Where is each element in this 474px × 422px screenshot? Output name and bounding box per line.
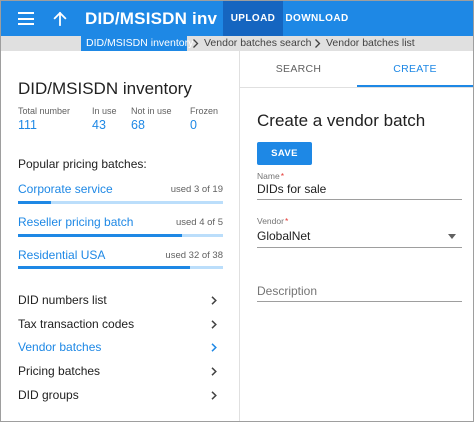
batch-usage: used 4 of 5 bbox=[175, 217, 223, 228]
batch-usage-bar bbox=[18, 234, 223, 237]
batch-usage-fill bbox=[18, 266, 191, 269]
description-field[interactable]: Description bbox=[257, 284, 317, 298]
app-title: DID/MSISDN inventory bbox=[85, 9, 217, 28]
name-field[interactable]: DIDs for sale bbox=[257, 182, 462, 196]
nav-item-vendor-batches[interactable]: Vendor batches bbox=[18, 337, 223, 357]
batch-usage-bar bbox=[18, 266, 223, 269]
chevron-right-icon bbox=[211, 343, 217, 352]
vendor-field-underline bbox=[257, 247, 462, 248]
name-field-underline bbox=[257, 199, 462, 200]
stat-label-in-use: In use bbox=[92, 106, 117, 116]
create-panel: SEARCH CREATE Create a vendor batch SAVE… bbox=[240, 51, 473, 421]
inventory-title: DID/MSISDN inventory bbox=[18, 79, 192, 98]
arrow-up-icon[interactable] bbox=[51, 10, 69, 28]
description-field-underline bbox=[257, 301, 462, 302]
nav-item-pricing-batches[interactable]: Pricing batches bbox=[18, 361, 223, 381]
stat-value-in-use[interactable]: 43 bbox=[92, 118, 106, 132]
download-button[interactable]: DOWNLOAD bbox=[285, 1, 349, 36]
nav-item-tax-transaction-codes[interactable]: Tax transaction codes bbox=[18, 314, 223, 334]
batch-link-corporate-service[interactable]: Corporate service bbox=[18, 182, 113, 196]
stat-label-total: Total number bbox=[18, 106, 71, 116]
tab-divider bbox=[240, 87, 473, 88]
save-button[interactable]: SAVE bbox=[257, 142, 312, 165]
stat-label-frozen: Frozen bbox=[190, 106, 219, 116]
nav-item-label: Pricing batches bbox=[18, 364, 101, 378]
chevron-right-icon bbox=[315, 39, 321, 48]
chevron-right-icon bbox=[193, 39, 199, 48]
form-title: Create a vendor batch bbox=[257, 111, 426, 130]
batch-link-residential-usa[interactable]: Residential USA bbox=[18, 248, 105, 262]
batch-usage-bar bbox=[18, 201, 223, 204]
breadcrumb-item-vendor-batches-search[interactable]: Vendor batches search bbox=[204, 36, 311, 51]
vendor-select[interactable]: GlobalNet bbox=[257, 229, 462, 243]
breadcrumb: DID/MSISDN inventory Vendor batches sear… bbox=[1, 36, 473, 51]
required-mark: * bbox=[284, 216, 289, 226]
stat-value-frozen[interactable]: 0 bbox=[190, 118, 197, 132]
chevron-right-icon bbox=[211, 367, 217, 376]
tab-create[interactable]: CREATE bbox=[357, 51, 473, 87]
stat-value-not-in-use[interactable]: 68 bbox=[131, 118, 145, 132]
top-toolbar: DID/MSISDN inventory UPLOAD DOWNLOAD bbox=[1, 1, 473, 36]
tab-search[interactable]: SEARCH bbox=[240, 51, 357, 87]
nav-item-label: DID numbers list bbox=[18, 293, 107, 307]
popular-batches-label: Popular pricing batches: bbox=[18, 157, 147, 171]
chevron-right-icon bbox=[211, 320, 217, 329]
menu-icon[interactable] bbox=[18, 12, 34, 25]
required-mark: * bbox=[280, 171, 284, 181]
nav-item-label: DID groups bbox=[18, 388, 79, 402]
nav-item-label: Tax transaction codes bbox=[18, 317, 135, 331]
batch-usage: used 32 of 38 bbox=[165, 250, 223, 261]
vendor-field-label: Vendor* bbox=[257, 216, 288, 226]
name-label-text: Name bbox=[257, 171, 280, 181]
chevron-right-icon bbox=[211, 391, 217, 400]
vendor-label-text: Vendor bbox=[257, 216, 284, 226]
breadcrumb-item-vendor-batches-list[interactable]: Vendor batches list bbox=[326, 36, 415, 51]
app-window: DID/MSISDN inventory UPLOAD DOWNLOAD DID… bbox=[0, 0, 474, 422]
nav-item-did-groups[interactable]: DID groups bbox=[18, 385, 223, 405]
inventory-panel: DID/MSISDN inventory Total number 111 In… bbox=[1, 51, 239, 421]
dropdown-arrow-icon[interactable] bbox=[448, 234, 456, 239]
nav-item-did-numbers-list[interactable]: DID numbers list bbox=[18, 290, 223, 310]
upload-button[interactable]: UPLOAD bbox=[223, 1, 283, 36]
nav-item-label: Vendor batches bbox=[18, 340, 102, 354]
batch-usage: used 3 of 19 bbox=[170, 184, 223, 195]
batch-link-reseller-pricing[interactable]: Reseller pricing batch bbox=[18, 215, 133, 229]
stat-label-not-in-use: Not in use bbox=[131, 106, 172, 116]
batch-usage-fill bbox=[18, 201, 51, 204]
batch-usage-fill bbox=[18, 234, 182, 237]
breadcrumb-item-inventory[interactable]: DID/MSISDN inventory bbox=[81, 36, 193, 51]
chevron-right-icon bbox=[211, 296, 217, 305]
stat-value-total[interactable]: 111 bbox=[18, 118, 37, 132]
name-field-label: Name* bbox=[257, 171, 284, 181]
